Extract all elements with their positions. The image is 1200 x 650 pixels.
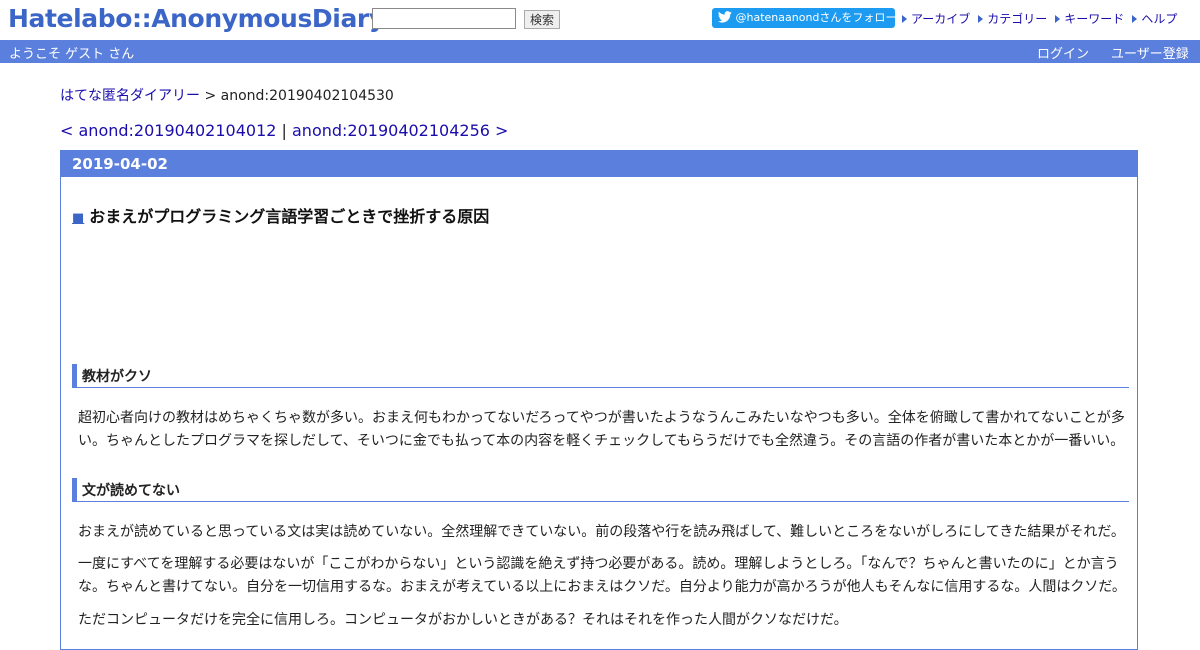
section-paragraph: ただコンピュータだけを完全に信用しろ。コンピュータがおかしいときがある？それはそ… bbox=[78, 612, 848, 628]
breadcrumb: はてな匿名ダイアリー > anond:20190402104530 bbox=[60, 85, 394, 105]
site-logo[interactable]: Hatelabo::AnonymousDiary bbox=[8, 4, 385, 33]
user-bar: ようこそ ゲスト さん ログイン ユーザー登録 bbox=[0, 40, 1200, 63]
twitter-follow-label: @hatenaanondさんをフォロー bbox=[735, 11, 897, 24]
entry-pager: < anond:20190402104012 | anond:201904021… bbox=[60, 121, 508, 140]
search-button[interactable]: 検索 bbox=[524, 10, 560, 29]
section-paragraph: おまえが読めていると思っている文は実は読めていない。全然理解できていない。前の段… bbox=[78, 524, 1125, 540]
next-entry-link[interactable]: anond:20190402104256 > bbox=[292, 121, 508, 140]
section-heading: 教材がクソ bbox=[72, 364, 1129, 388]
section-heading: 文が読めてない bbox=[72, 478, 1129, 502]
top-nav: アーカイブ カテゴリー キーワード ヘルプ bbox=[902, 10, 1185, 27]
twitter-follow-button[interactable]: @hatenaanondさんをフォロー bbox=[712, 8, 897, 28]
entry-title: ■ おまえがプログラミング言語学習ごときで挫折する原因 bbox=[72, 203, 489, 227]
welcome-text: ようこそ ゲスト さん bbox=[9, 47, 135, 62]
pager-separator: | bbox=[276, 121, 292, 140]
login-link[interactable]: ログイン bbox=[1037, 43, 1089, 62]
section-paragraph: 一度にすべてを理解する必要はないが「ここがわからない」という認識を絶えず持つ必要… bbox=[78, 556, 1126, 595]
nav-help-link[interactable]: ヘルプ bbox=[1132, 12, 1177, 26]
search-input[interactable] bbox=[372, 8, 516, 29]
entry-title-text: おまえがプログラミング言語学習ごときで挫折する原因 bbox=[89, 207, 490, 226]
prev-entry-link[interactable]: < anond:20190402104012 bbox=[60, 121, 276, 140]
breadcrumb-current: > anond:20190402104530 bbox=[200, 88, 394, 104]
entry-date-link[interactable]: 2019-04-02 bbox=[72, 155, 168, 173]
twitter-bird-icon bbox=[718, 11, 732, 23]
entry-permalink-icon[interactable]: ■ bbox=[72, 211, 84, 226]
diary-entry: 2019-04-02 ■ おまえがプログラミング言語学習ごときで挫折する原因 教材… bbox=[60, 150, 1138, 650]
register-link[interactable]: ユーザー登録 bbox=[1111, 43, 1189, 62]
site-header: Hatelabo::AnonymousDiary 検索 @hatenaanond… bbox=[0, 0, 1200, 40]
nav-category-link[interactable]: カテゴリー bbox=[978, 12, 1047, 26]
entry-date-bar: 2019-04-02 bbox=[61, 151, 1137, 177]
breadcrumb-home-link[interactable]: はてな匿名ダイアリー bbox=[60, 88, 200, 104]
section-paragraph: 超初心者向けの教材はめちゃくちゃ数が多い。おまえ何もわかってないだろってやつが書… bbox=[78, 410, 1125, 449]
nav-archive-link[interactable]: アーカイブ bbox=[902, 12, 970, 26]
nav-keyword-link[interactable]: キーワード bbox=[1055, 12, 1124, 26]
